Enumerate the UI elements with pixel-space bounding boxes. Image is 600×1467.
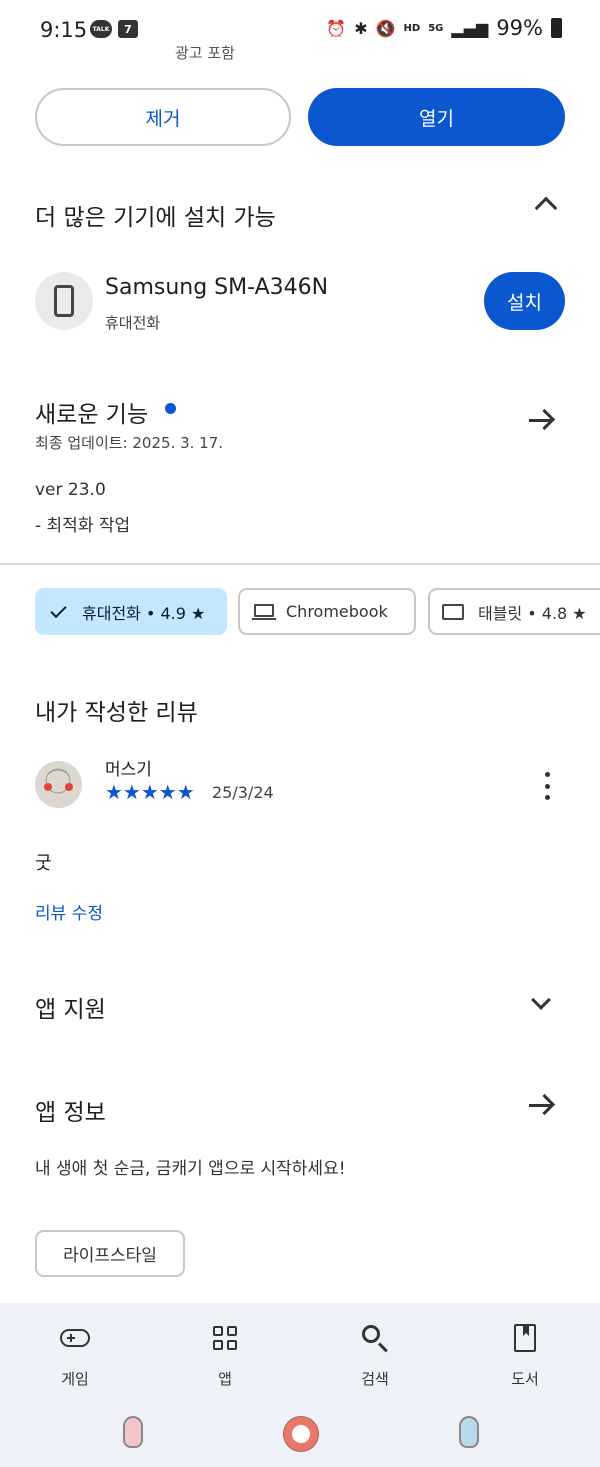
laptop-icon bbox=[252, 603, 276, 620]
ads-notice: 광고 포함 bbox=[175, 44, 235, 60]
arrow-right-icon[interactable] bbox=[528, 408, 556, 434]
chevron-up-icon[interactable] bbox=[534, 196, 558, 220]
chip-phone[interactable]: 휴대전화 • 4.9 ★ bbox=[35, 588, 227, 635]
slipper-pink-icon bbox=[123, 1416, 143, 1448]
chevron-down-icon[interactable] bbox=[531, 990, 551, 1010]
notification-icons: TALK 7 bbox=[90, 20, 138, 38]
nav-item-books[interactable]: 도서 bbox=[450, 1303, 600, 1403]
install-button[interactable]: 설치 bbox=[484, 272, 565, 330]
phone-icon bbox=[54, 285, 74, 317]
status-bar: 9:15 TALK 7 ⏰ ✱ 🔇 HD 5G ▂▄▆ 99% bbox=[0, 0, 600, 62]
mute-icon: 🔇 bbox=[375, 18, 396, 38]
device-name: Samsung SM-A346N bbox=[105, 275, 329, 300]
star-rating: ★★★★★ bbox=[105, 780, 195, 804]
app-support-title[interactable]: 앱 지원 bbox=[35, 990, 106, 1024]
app-info-title[interactable]: 앱 정보 bbox=[35, 1093, 106, 1127]
bluetooth-icon: ✱ bbox=[354, 18, 368, 38]
more-options-icon[interactable] bbox=[543, 772, 551, 800]
my-review-title: 내가 작성한 리뷰 bbox=[35, 700, 198, 726]
nav-label-search: 검색 bbox=[361, 1370, 389, 1388]
alarm-icon: ⏰ bbox=[326, 18, 347, 38]
slipper-blue-icon bbox=[459, 1416, 479, 1448]
nav-item-search[interactable]: 검색 bbox=[300, 1303, 450, 1403]
nav-item-games[interactable]: 게임 bbox=[0, 1303, 150, 1403]
check-icon bbox=[50, 601, 67, 618]
float-ring-icon bbox=[284, 1417, 318, 1451]
nav-label-apps: 앱 bbox=[218, 1370, 232, 1388]
version-text: ver 23.0 bbox=[35, 480, 106, 500]
nav-item-apps[interactable]: 앱 bbox=[150, 1303, 300, 1403]
nav-label-games: 게임 bbox=[61, 1370, 89, 1388]
avatar bbox=[35, 761, 82, 808]
chip-chromebook-label: Chromebook bbox=[286, 602, 388, 621]
remove-button[interactable]: 제거 bbox=[35, 88, 291, 146]
signal-icon: ▂▄▆ bbox=[451, 18, 489, 38]
status-time: 9:15 bbox=[40, 18, 88, 42]
edit-review-link[interactable]: 리뷰 수정 bbox=[35, 899, 103, 924]
battery-percent: 99% bbox=[496, 16, 543, 40]
whats-new-title[interactable]: 새로운 기능 bbox=[35, 395, 148, 429]
tablet-icon bbox=[442, 603, 464, 620]
arrow-right-icon[interactable] bbox=[528, 1093, 556, 1119]
new-indicator-dot bbox=[165, 403, 176, 414]
open-button[interactable]: 열기 bbox=[308, 88, 565, 146]
chip-tablet-label: 태블릿 • 4.8 ★ bbox=[478, 603, 587, 623]
gamepad-icon bbox=[60, 1323, 90, 1353]
kakaotalk-icon: TALK bbox=[90, 20, 112, 38]
reviewer-name: 머스기 bbox=[105, 760, 152, 780]
release-note: - 최적화 작업 bbox=[35, 516, 131, 536]
chip-tablet[interactable]: 태블릿 • 4.8 ★ bbox=[428, 588, 600, 635]
category-tag-lifestyle[interactable]: 라이프스타일 bbox=[35, 1230, 185, 1277]
app-description: 내 생애 첫 순금, 금캐기 앱으로 시작하세요! bbox=[35, 1159, 346, 1179]
system-status-icons: ⏰ ✱ 🔇 HD 5G ▂▄▆ 99% bbox=[326, 16, 562, 40]
device-type: 휴대전화 bbox=[105, 314, 161, 332]
last-update-date: 최종 업데이트: 2025. 3. 17. bbox=[35, 434, 224, 452]
seven-app-icon: 7 bbox=[118, 20, 138, 38]
book-icon bbox=[510, 1323, 540, 1353]
review-date: 25/3/24 bbox=[212, 783, 274, 802]
avatar-drawing bbox=[35, 761, 82, 808]
hd-voice-icon: HD bbox=[403, 22, 421, 34]
chip-chromebook[interactable]: Chromebook bbox=[238, 588, 416, 635]
review-text: 굿 bbox=[35, 853, 52, 874]
nav-label-books: 도서 bbox=[511, 1370, 539, 1388]
device-avatar bbox=[35, 272, 93, 330]
apps-grid-icon bbox=[210, 1323, 240, 1353]
divider bbox=[0, 563, 600, 565]
battery-icon bbox=[551, 18, 562, 38]
more-devices-title: 더 많은 기기에 설치 가능 bbox=[35, 205, 276, 231]
5g-icon: 5G bbox=[428, 22, 444, 34]
chip-phone-label: 휴대전화 • 4.9 ★ bbox=[82, 603, 206, 623]
search-icon bbox=[360, 1323, 390, 1353]
